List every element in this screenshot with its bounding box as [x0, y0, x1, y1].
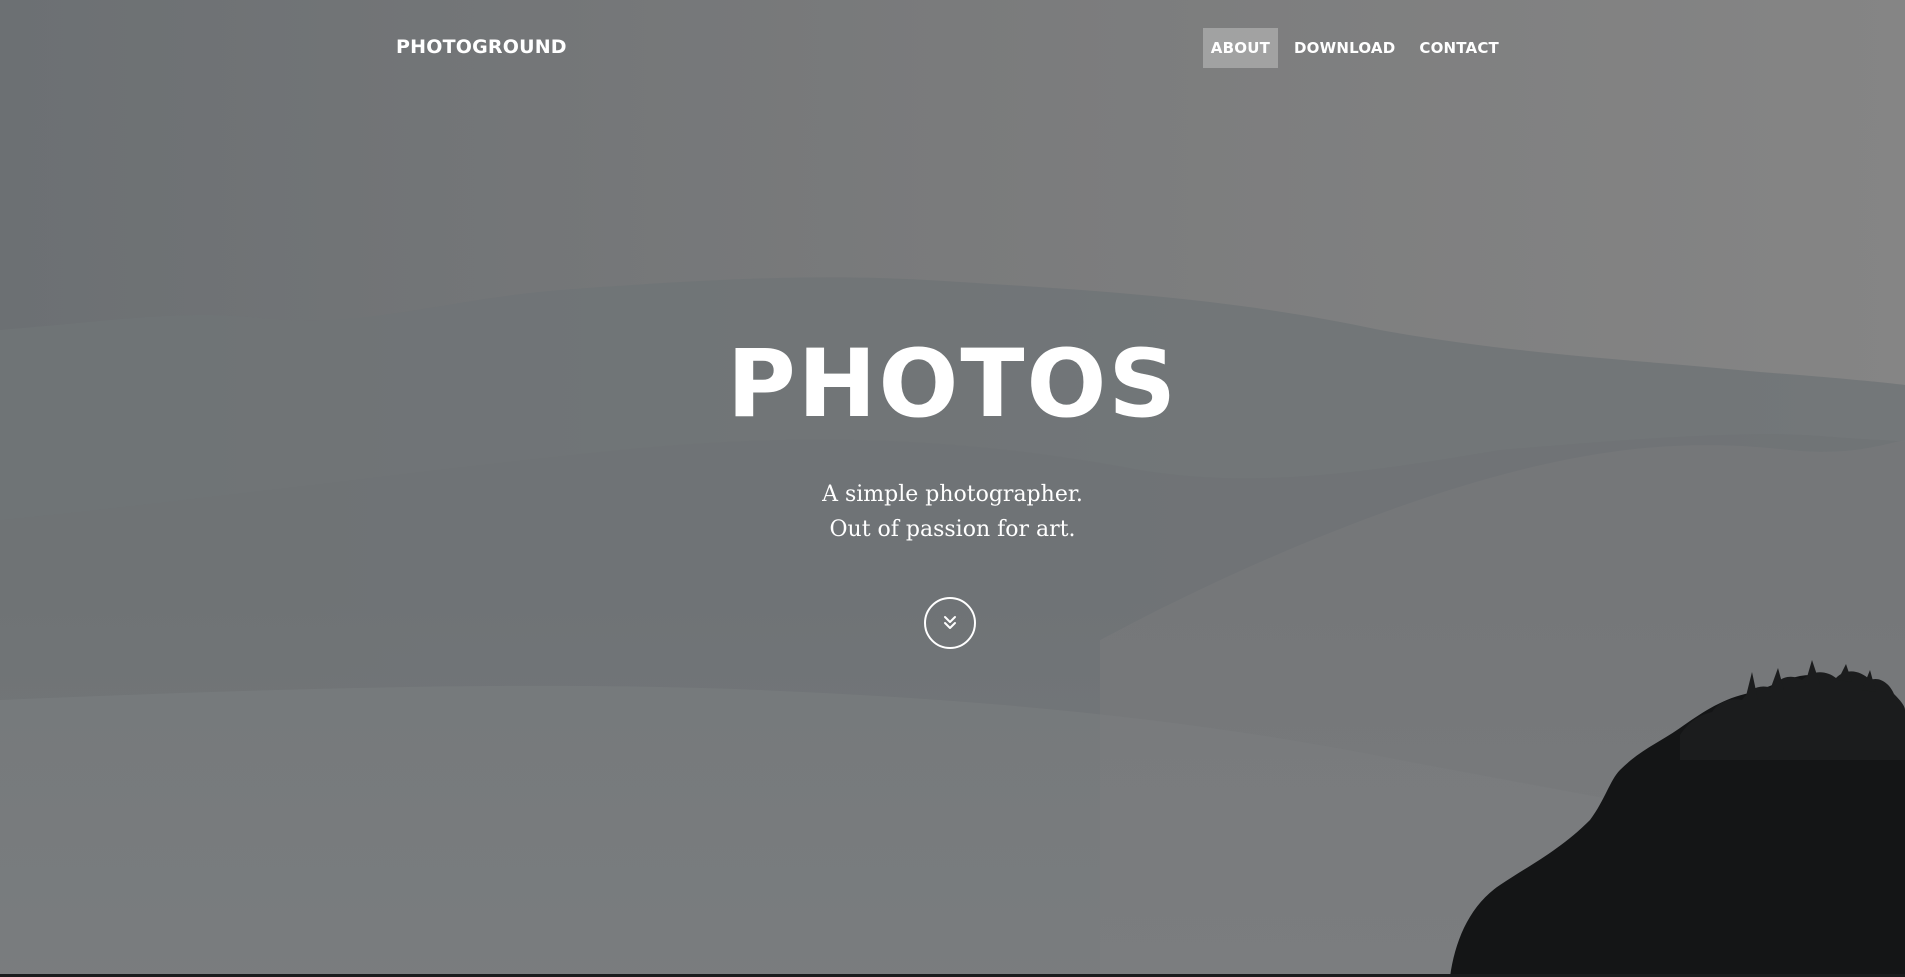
hero-subtitle: A simple photographer. Out of passion fo… — [0, 477, 1905, 547]
scroll-down-button[interactable] — [924, 597, 976, 649]
hero-subtitle-line-2: Out of passion for art. — [829, 517, 1076, 542]
hero-title: PHOTOS — [726, 330, 1179, 439]
landing-page: PHOTOGROUND ABOUT DOWNLOAD CONTACT PHOTO… — [0, 0, 1905, 977]
hero-section: PHOTOS A simple photographer. Out of pas… — [0, 0, 1905, 977]
hero-subtitle-line-1: A simple photographer. — [822, 482, 1083, 507]
double-chevron-down-icon — [944, 616, 956, 629]
